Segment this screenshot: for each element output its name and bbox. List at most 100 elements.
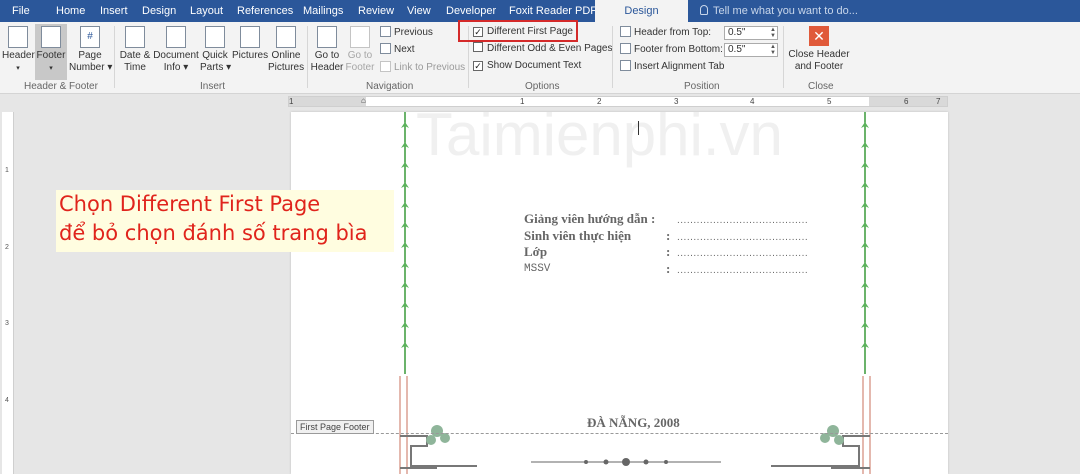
goto-header-label-1: Go to [314,50,340,61]
left-vine-ornament [401,112,409,374]
goto-footer-icon [350,26,370,48]
student-colon: : [666,228,671,243]
student-dots: ........................................ [677,232,809,243]
spinner-arrows-icon[interactable]: ▲ ▼ [770,44,776,56]
city-year-text: ĐÀ NẴNG, 2008 [587,415,680,430]
previous-button[interactable]: Previous [380,25,433,41]
date-time-label-2: Time [124,62,146,73]
tab-layout[interactable]: Layout [190,0,223,22]
student-label: Sinh viên thực hiện [524,228,632,243]
vertical-ruler[interactable]: 1 2 3 4 [2,112,14,474]
group-label-position: Position [684,81,720,92]
quick-parts-label-2: Parts [200,62,224,73]
header-button[interactable]: Header ▾ [2,26,35,80]
document-page[interactable]: Taimienphi.vn Giảng viên hướng dẫn : ...… [291,112,948,474]
tab-review[interactable]: Review [358,0,394,22]
doc-info-label-1: Document [153,50,199,61]
indent-marker-icon[interactable]: ⌂ [361,96,366,105]
close-header-footer-button[interactable]: ✕ Close Header and Footer [788,26,850,73]
show-document-text-checkbox[interactable]: ✓ Show Document Text [473,58,581,74]
document-info-button[interactable]: Document Info ▾ [153,26,199,74]
page-number-label-1: Page [78,50,102,61]
pictures-button[interactable]: Pictures [232,26,268,62]
footer-label: Footer [36,50,66,61]
instructor-label: Giảng viên hướng dẫn : [524,211,656,226]
first-page-footer-tag: First Page Footer [296,420,374,434]
text-cursor [638,121,639,135]
different-odd-even-checkbox[interactable]: Different Odd & Even Pages [473,41,612,57]
lightbulb-icon [700,5,708,15]
spinner-arrows-icon[interactable]: ▲ ▼ [770,27,776,39]
tab-mailings[interactable]: Mailings [303,0,343,22]
tab-developer[interactable]: Developer [446,0,496,22]
instruction-annotation: Chọn Different First Page để bỏ chọn đán… [56,190,394,252]
bottom-scroll-ornament [531,458,721,466]
header-from-top-label: Header from Top: [634,27,712,38]
class-label: Lớp [524,244,548,259]
empty-checkbox-icon [473,42,483,52]
vruler-tick: 3 [5,320,9,327]
group-label-header-footer: Header & Footer [24,81,98,92]
next-label: Next [394,44,415,55]
tab-design-doc[interactable]: Design [142,0,176,22]
annotation-line-2: để bỏ chọn đánh số trang bìa [59,221,368,245]
tab-insert[interactable]: Insert [100,0,128,22]
tab-view[interactable]: View [407,0,431,22]
next-button[interactable]: Next [380,42,415,58]
tab-file[interactable]: File [12,0,30,22]
close-label-2: and Footer [794,61,844,72]
group-label-options: Options [525,81,560,92]
ruler-tick: 5 [827,97,832,106]
alignment-tab-icon [620,60,631,71]
quick-parts-label-1: Quick [202,50,228,61]
highlight-box [458,20,578,42]
header-position-icon [620,26,631,37]
next-icon [380,43,391,54]
ruler-tick: 3 [674,97,679,106]
date-time-label-1: Date & [119,50,151,61]
tab-home[interactable]: Home [56,0,85,22]
mssv-colon: : [666,261,671,276]
page-number-button[interactable]: # Page Number ▾ [69,26,112,80]
goto-footer-label-2: Footer [345,62,375,73]
tell-me-box[interactable]: Tell me what you want to do... [700,0,858,22]
class-dots: ........................................ [677,248,809,259]
insert-alignment-tab-button[interactable]: Insert Alignment Tab [620,59,724,75]
footer-boundary-line [291,433,948,434]
document-info-icon [166,26,186,48]
horizontal-ruler[interactable]: 1 1 2 3 4 5 6 7 ⌂ [288,96,948,107]
goto-header-button[interactable]: Go to Header [310,26,344,74]
footer-from-bottom-input[interactable]: 0.5" ▲ ▼ [724,43,778,57]
page-number-icon: # [80,26,100,48]
date-time-button[interactable]: Date & Time [117,26,153,74]
online-pictures-button[interactable]: Online Pictures [268,26,304,74]
insert-alignment-tab-label: Insert Alignment Tab [634,61,725,72]
tab-references[interactable]: References [237,0,293,22]
tab-foxit[interactable]: Foxit Reader PDF [509,0,597,22]
previous-icon [380,26,391,37]
quick-parts-button[interactable]: Quick Parts ▾ [200,26,231,74]
separator [783,26,784,88]
ribbon: Header ▾ Footer ▾ # Page Number ▾ Header & … [0,20,1080,94]
footer-from-bottom-label: Footer from Bottom: [634,44,723,55]
vruler-tick: 2 [5,244,9,251]
ruler-tick: 1 [289,97,294,106]
doc-info-label-2: Info [163,62,181,73]
link-to-previous-button[interactable]: Link to Previous [380,60,465,76]
online-pictures-label-1: Online [271,50,301,61]
separator [307,26,308,88]
footer-button[interactable]: Footer ▾ [35,24,67,80]
bottom-left-frame-ornament [399,376,477,474]
link-icon [380,61,391,72]
online-picture-icon [276,26,296,48]
tab-design-active[interactable]: Design [595,0,688,22]
instructor-dots: ........................................ [677,215,809,226]
close-icon: ✕ [809,26,829,46]
menu-bar: File Home Insert Design Layout Reference… [0,0,1080,22]
mssv-label: MSSV [524,263,551,275]
footer-from-bottom-value: 0.5" [728,44,746,55]
class-colon: : [666,244,671,259]
goto-footer-button[interactable]: Go to Footer [344,26,376,74]
separator [612,26,613,88]
header-from-top-input[interactable]: 0.5" ▲ ▼ [724,26,778,40]
